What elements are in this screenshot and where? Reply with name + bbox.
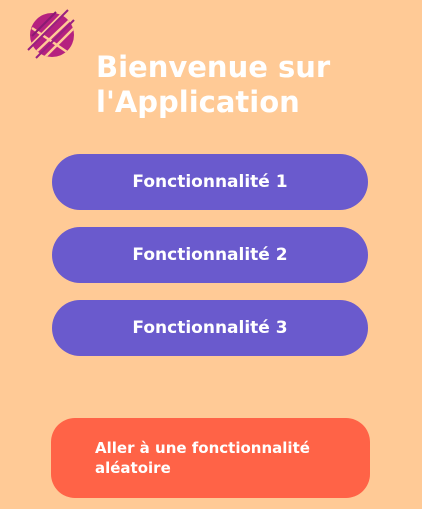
feature-1-button[interactable]: Fonctionnalité 1 [52,154,368,210]
feature-3-button[interactable]: Fonctionnalité 3 [52,300,368,356]
page-title: Bienvenue sur l'Application [96,50,331,119]
feature-2-button[interactable]: Fonctionnalité 2 [52,227,368,283]
app-logo-icon [22,6,78,62]
random-feature-button[interactable]: Aller à une fonctionnalité aléatoire [51,418,370,498]
